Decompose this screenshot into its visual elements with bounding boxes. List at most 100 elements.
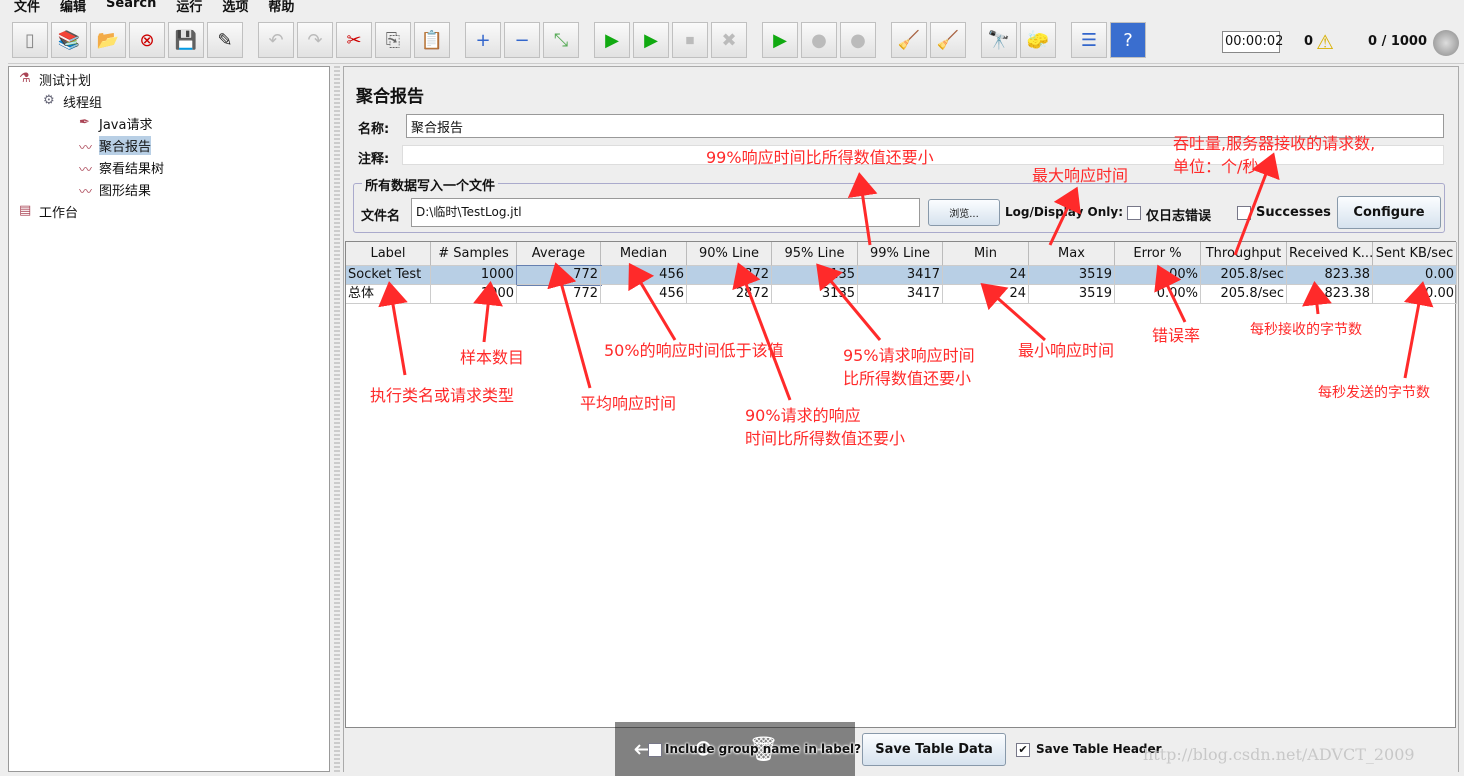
results-table: Label # Samples Average Median 90% Line 95% L… [345,241,1457,728]
open-button[interactable]: 📂 [90,22,126,58]
warning-icon[interactable]: ⚠ [1316,30,1334,54]
column-header[interactable]: Received K... [1287,242,1373,266]
menu-bar: 文件 编辑 Search 运行 选项 帮助 [0,0,1464,15]
table-cell: 2872 [687,266,772,285]
collapse-button[interactable]: − [504,22,540,58]
tree-node-label: 线程组 [63,95,103,111]
annotation-label: 执行类名或请求类型 [370,386,515,405]
annotation-99-line: 99%响应时间比所得数值还要小 [706,148,934,167]
annotation-samples: 样本数目 [460,348,525,367]
annotation-90-line: 90%请求的响应 时间比所得数值还要小 [745,404,905,450]
tree-node-label: 察看结果树 [99,161,165,177]
clear-all-button[interactable]: 🧹 [930,22,966,58]
listener-icon: 〰 [79,163,93,178]
tree-node-label: Java请求 [99,117,153,133]
search-button[interactable]: 🔭 [981,22,1017,58]
annotation-throughput-1: 吞吐量,服务器接收的请求数, [1173,134,1376,153]
column-header[interactable]: Median [601,242,687,266]
column-header[interactable]: 90% Line [687,242,772,266]
annotation-sent: 每秒发送的字节数 [1318,385,1430,401]
table-cell: 3519 [1029,285,1115,304]
menu-search[interactable]: Search [106,0,156,14]
tree-node[interactable]: ⚙ 线程组 [43,91,102,111]
start-button[interactable]: ▶ [594,22,630,58]
column-header[interactable]: 95% Line [772,242,858,266]
column-header[interactable]: Sent KB/sec [1373,242,1457,266]
tree-node[interactable]: ⚗ 测试计划 [19,69,91,89]
table-cell: 0.00% [1115,266,1201,285]
table-cell: 456 [601,266,687,285]
expand-button[interactable]: + [465,22,501,58]
function-helper-button[interactable]: ☰ [1071,22,1107,58]
column-header[interactable]: Average [517,242,601,266]
tree-node-label: 测试计划 [39,73,92,89]
new-button[interactable]: ▯ [12,22,48,58]
templates-button[interactable]: 📚 [51,22,87,58]
cut-button[interactable]: ✂ [336,22,372,58]
menu-run[interactable]: 运行 [176,0,202,15]
start-no-pause-button[interactable]: ▶ [633,22,669,58]
menu-options[interactable]: 选项 [222,0,248,15]
column-header[interactable]: Label [346,242,431,266]
save-button[interactable]: 💾 [168,22,204,58]
errors-only-checkbox[interactable] [1127,206,1141,220]
column-header[interactable]: Throughput [1201,242,1287,266]
menu-file[interactable]: 文件 [14,0,40,15]
column-header[interactable]: Min [943,242,1029,266]
configure-button[interactable]: Configure [1337,196,1441,229]
stop-button[interactable]: ⏹ [672,22,708,58]
tree-node[interactable]: ▤ 工作台 [19,201,78,221]
table-row[interactable]: 总体 1000 772 456 2872 3135 3417 24 3519 0.00% 205.8… [346,285,1457,304]
remote-shutdown-button[interactable]: ● [840,22,876,58]
help-button[interactable]: ? [1110,22,1146,58]
warning-count: 0 [1304,34,1314,49]
sampler-icon: ✒ [79,115,90,130]
splitter-handle[interactable] [334,66,340,772]
save-as-button[interactable]: ✎ [207,22,243,58]
remote-start-button[interactable]: ▶ [762,22,798,58]
copy-button[interactable]: ⎘ [375,22,411,58]
file-group-title: 所有数据写入一个文件 [362,175,499,194]
undo-button[interactable]: ↶ [258,22,294,58]
toggle-button[interactable]: ⤡ [543,22,579,58]
table-cell: 24 [943,285,1029,304]
tree-node[interactable]: ✒ Java请求 [79,113,152,133]
menu-help[interactable]: 帮助 [268,0,294,15]
tree-node[interactable]: 〰图形结果 [79,179,151,201]
tree-node[interactable]: 〰察看结果树 [79,157,165,179]
table-cell: 1000 [431,285,517,304]
clear-button[interactable]: 🧹 [891,22,927,58]
browse-button[interactable]: 浏览... [928,199,1000,226]
paste-button[interactable]: 📋 [414,22,450,58]
gear-icon: ⚙ [43,93,55,108]
column-header[interactable]: # Samples [431,242,517,266]
table-cell: 772 [517,285,601,304]
table-cell: 205.8/sec [1201,266,1287,285]
page-title: 聚合报告 [356,87,424,107]
remote-stop-button[interactable]: ● [801,22,837,58]
annotation-95-line-2: 比所得数值还要小 [843,369,972,388]
include-group-checkbox[interactable] [648,743,662,757]
redo-button[interactable]: ↷ [297,22,333,58]
column-header[interactable]: Error % [1115,242,1201,266]
thread-count: 0 / 1000 [1368,34,1428,49]
successes-checkbox[interactable] [1237,206,1251,220]
reset-search-button[interactable]: 🧽 [1020,22,1056,58]
menu-edit[interactable]: 编辑 [60,0,86,15]
shutdown-button[interactable]: ✖ [711,22,747,58]
test-plan-tree: ⚗ 测试计划 ⚙ 线程组 ✒ Java请求〰聚合报告〰察看结果树〰图形结果 ▤ 工作台 [8,66,330,772]
save-table-data-button[interactable]: Save Table Data [862,733,1006,766]
annotation-95-line-1: 95%请求响应时间 [843,346,975,365]
column-header[interactable]: Max [1029,242,1115,266]
comment-label: 注释: [358,152,390,167]
tree-node-label: 工作台 [39,205,79,221]
tree-node[interactable]: 〰聚合报告 [79,135,152,156]
save-header-checkbox[interactable]: ✔ [1016,743,1030,757]
table-row[interactable]: Socket Test 1000 772 456 2872 3135 3417 24 3519 0… [346,265,1457,286]
table-cell: 2872 [687,285,772,304]
successes-label: Successes [1256,205,1331,220]
file-input[interactable]: D:\临时\TestLog.jtl [411,198,920,227]
column-header[interactable]: 99% Line [858,242,943,266]
name-label: 名称: [358,122,390,137]
close-button[interactable]: ⊗ [129,22,165,58]
